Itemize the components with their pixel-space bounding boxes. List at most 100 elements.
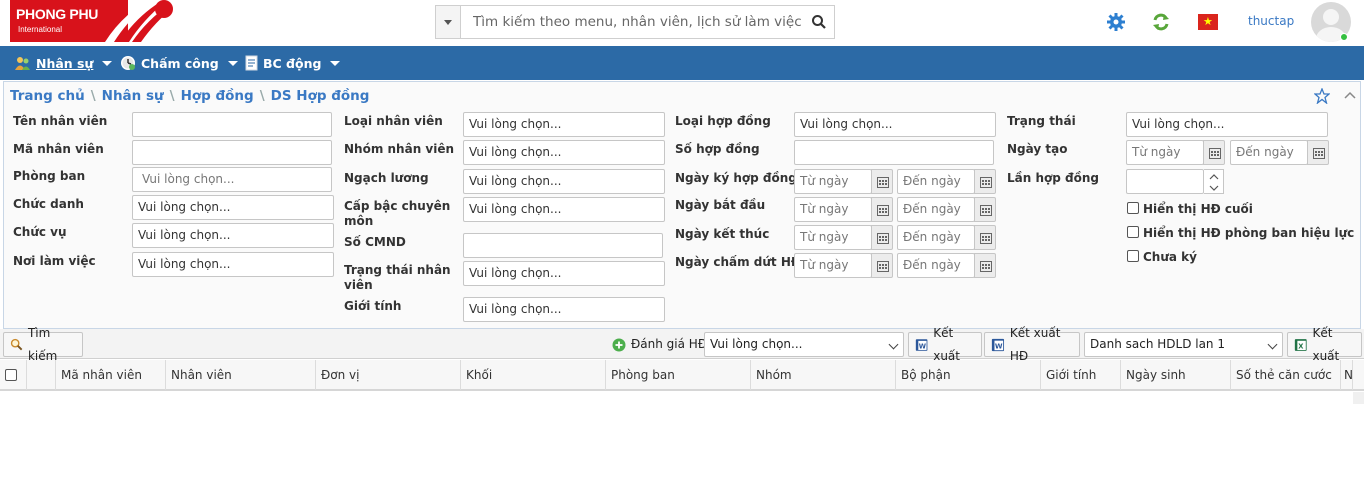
ngay-ket-thuc-den-ngay-input[interactable]: Đến ngày xyxy=(897,225,975,250)
ngay-cham-dut-tu-ngay-input[interactable]: Từ ngày xyxy=(794,253,872,278)
settings-gear-icon[interactable] xyxy=(1106,12,1126,32)
calendar-icon[interactable] xyxy=(871,225,893,250)
ket-xuat-excel-button[interactable]: X Kết xuất xyxy=(1287,326,1362,363)
collapse-chevron-up-icon[interactable] xyxy=(1344,91,1356,99)
sync-icon[interactable] xyxy=(1151,12,1171,32)
tim-kiem-button[interactable]: Tìm kiếm xyxy=(3,326,83,363)
grid-scrollbar[interactable] xyxy=(1353,392,1364,404)
label-gioi-tinh: Giới tính xyxy=(344,299,402,313)
calendar-icon[interactable] xyxy=(974,225,996,250)
search-input[interactable] xyxy=(462,6,802,38)
label-cap-bac-chuyen-mon: Cấp bậc chuyên môn xyxy=(344,199,451,228)
ngay-bat-dau-tu-ngay-input[interactable]: Từ ngày xyxy=(794,197,872,222)
column-gioi-tinh[interactable]: Giới tính xyxy=(1041,360,1121,390)
column-khoi[interactable]: Khối xyxy=(461,360,606,390)
danh-gia-hd-select[interactable]: Vui lòng chọn... xyxy=(704,332,904,357)
select-all-checkbox[interactable] xyxy=(5,369,17,381)
loai-nhan-vien-select[interactable]: Vui lòng chọn... xyxy=(463,112,665,137)
column-don-vi[interactable]: Đơn vị xyxy=(316,360,461,390)
column-ngay-sinh[interactable]: Ngày sinh xyxy=(1121,360,1231,390)
nav-cham-cong[interactable]: Chấm công xyxy=(120,46,238,80)
ten-nhan-vien-input[interactable] xyxy=(132,112,332,137)
column-bo-phan[interactable]: Bộ phận xyxy=(896,360,1041,390)
label-so-hop-dong: Số hợp đồng xyxy=(675,142,760,156)
calendar-icon[interactable] xyxy=(1307,140,1329,165)
ngay-ket-thuc-tu-ngay-input[interactable]: Từ ngày xyxy=(794,225,872,250)
clock-icon xyxy=(121,56,135,70)
label-ngay-ket-thuc: Ngày kết thúc xyxy=(675,227,770,241)
company-logo[interactable]: PHONG PHU International xyxy=(10,0,173,42)
breadcrumb-nhan-su[interactable]: Nhân sự xyxy=(102,88,164,104)
chua-ky-label: Chưa ký xyxy=(1143,250,1197,264)
label-nhom-nhan-vien: Nhóm nhân viên xyxy=(344,142,455,156)
cap-bac-chuyen-mon-select[interactable]: Vui lòng chọn... xyxy=(463,197,665,222)
breadcrumb-hop-dong[interactable]: Hợp đồng xyxy=(181,88,254,104)
nav-label-cham-cong: Chấm công xyxy=(141,55,219,71)
grid-header: Mã nhân viên Nhân viên Đơn vị Khối Phòng… xyxy=(0,360,1364,391)
calendar-icon[interactable] xyxy=(1203,140,1225,165)
ket-xuat-hd-button[interactable]: W Kết xuất HĐ xyxy=(984,326,1080,363)
search-icon[interactable] xyxy=(810,13,828,31)
phong-ban-select[interactable]: Vui lòng chọn... xyxy=(132,167,332,192)
favorite-star-icon[interactable] xyxy=(1314,88,1330,104)
ngach-luong-select[interactable]: Vui lòng chọn... xyxy=(463,169,665,194)
ngay-tao-tu-ngay-input[interactable]: Từ ngày xyxy=(1126,140,1204,165)
label-chuc-danh: Chức danh xyxy=(13,197,84,211)
calendar-icon[interactable] xyxy=(974,197,996,222)
so-cmnd-input[interactable] xyxy=(463,233,663,258)
loai-hop-dong-select[interactable]: Vui lòng chọn... xyxy=(794,112,996,137)
calendar-icon[interactable] xyxy=(871,197,893,222)
ket-xuat-word-button[interactable]: W Kết xuất xyxy=(908,326,982,363)
trang-thai-nhan-vien-select[interactable]: Vui lòng chọn... xyxy=(463,261,665,286)
noi-lam-viec-select[interactable]: Vui lòng chọn... xyxy=(132,252,334,277)
column-nhan-vien[interactable]: Nhân viên xyxy=(166,360,316,390)
column-so-the-can-cuoc[interactable]: Số thẻ căn cước xyxy=(1231,360,1341,390)
column-phong-ban[interactable]: Phòng ban xyxy=(606,360,751,390)
ngay-ky-den-ngay-input[interactable]: Đến ngày xyxy=(897,169,975,194)
so-hop-dong-input[interactable] xyxy=(794,140,994,165)
online-status-icon xyxy=(1340,33,1348,41)
ngay-ky-tu-ngay-input[interactable]: Từ ngày xyxy=(794,169,872,194)
breadcrumb: Trang chủ \ Nhân sự \ Hợp đồng \ DS Hợp đồn… xyxy=(10,88,370,104)
nav-nhan-su[interactable]: Nhân sự xyxy=(14,46,113,80)
chuc-vu-select[interactable]: Vui lòng chọn... xyxy=(132,223,334,248)
label-phong-ban: Phòng ban xyxy=(13,169,86,183)
people-icon xyxy=(15,56,30,70)
ngay-cham-dut-den-ngay-input[interactable]: Đến ngày xyxy=(897,253,975,278)
label-ngay-tao: Ngày tạo xyxy=(1007,142,1068,156)
search-scope-dropdown[interactable] xyxy=(436,6,461,38)
ma-nhan-vien-input[interactable] xyxy=(132,140,332,165)
hien-thi-hd-phong-ban-checkbox[interactable] xyxy=(1127,226,1139,238)
magnifier-icon xyxy=(10,338,23,351)
username-link[interactable]: thuctap xyxy=(1248,14,1294,28)
hien-thi-hd-cuoi-checkbox[interactable] xyxy=(1127,202,1139,214)
vietnam-flag-icon[interactable]: ★ xyxy=(1198,14,1218,30)
spinner-arrows-icon xyxy=(1209,174,1219,191)
column-nhom[interactable]: Nhóm xyxy=(751,360,896,390)
nhom-nhan-vien-select[interactable]: Vui lòng chọn... xyxy=(463,140,665,165)
chevron-down-icon xyxy=(888,339,899,350)
chua-ky-checkbox[interactable] xyxy=(1127,250,1139,262)
calendar-icon[interactable] xyxy=(871,169,893,194)
chevron-down-icon xyxy=(1267,339,1278,350)
lan-hop-dong-input[interactable] xyxy=(1126,169,1204,194)
chevron-down-icon xyxy=(102,60,113,66)
label-ngay-ky-hop-dong: Ngày ký hợp đồng xyxy=(675,171,797,185)
chuc-danh-select[interactable]: Vui lòng chọn... xyxy=(132,195,334,220)
nav-bc-dong[interactable]: BC động xyxy=(245,46,341,80)
column-truncated[interactable]: N xyxy=(1341,360,1353,390)
ngay-tao-den-ngay-input[interactable]: Đến ngày xyxy=(1230,140,1308,165)
ngay-bat-dau-den-ngay-input[interactable]: Đến ngày xyxy=(897,197,975,222)
calendar-icon[interactable] xyxy=(974,253,996,278)
calendar-icon[interactable] xyxy=(974,169,996,194)
column-ma-nhan-vien[interactable]: Mã nhân viên xyxy=(56,360,166,390)
logo-swoosh-icon xyxy=(105,0,173,42)
danh-gia-hd-button[interactable]: Đánh giá HĐ xyxy=(606,332,713,357)
gioi-tinh-select[interactable]: Vui lòng chọn... xyxy=(463,297,665,322)
trang-thai-select[interactable]: Vui lòng chọn... xyxy=(1126,112,1328,137)
breadcrumb-ds-hop-dong[interactable]: DS Hợp đồng xyxy=(271,88,370,104)
calendar-icon[interactable] xyxy=(871,253,893,278)
danh-sach-select[interactable]: Danh sach HDLD lan 1 xyxy=(1084,332,1283,357)
lan-hop-dong-spinner[interactable] xyxy=(1204,169,1224,194)
breadcrumb-home[interactable]: Trang chủ xyxy=(10,88,85,104)
